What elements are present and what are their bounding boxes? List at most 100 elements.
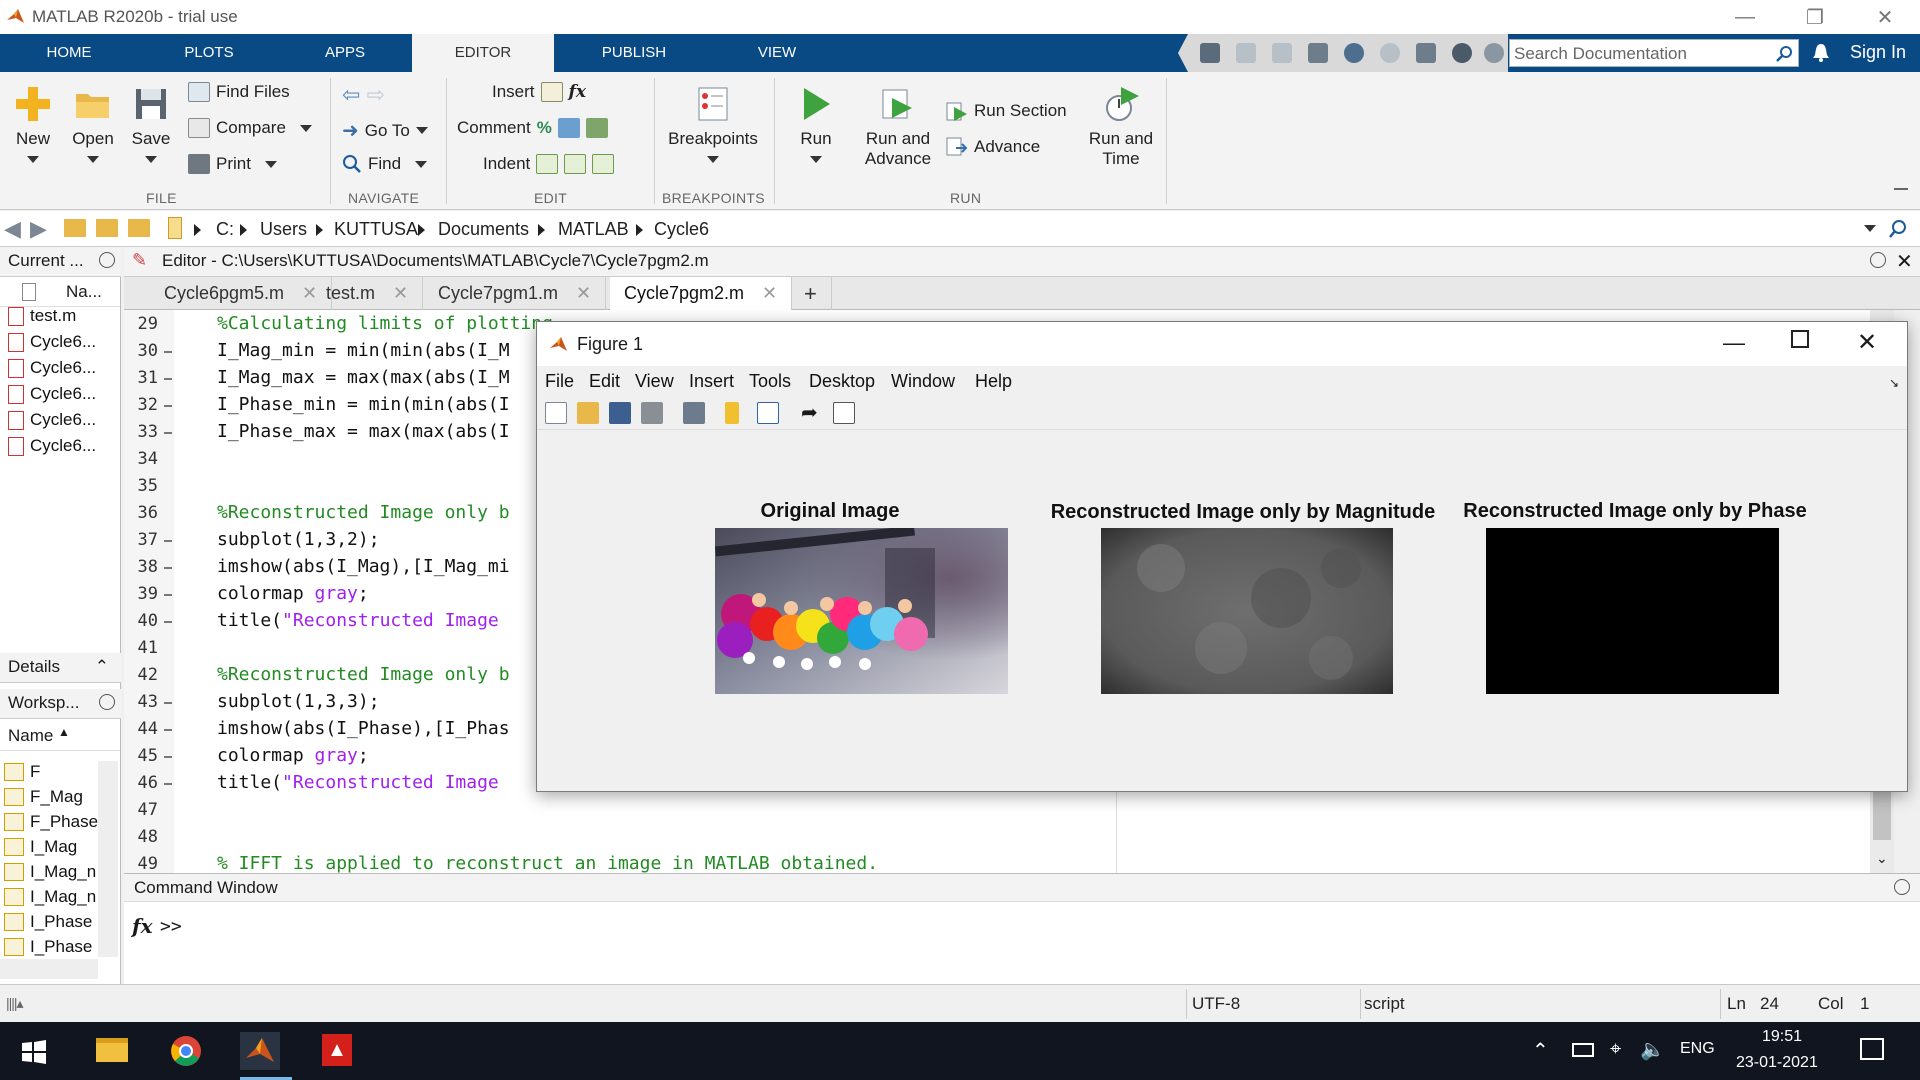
sign-in-link[interactable]: Sign In [1850,42,1906,63]
workspace-variable[interactable]: I_Mag [30,837,77,857]
file-item[interactable]: test.m [30,306,76,326]
workspace-scrollbar[interactable] [98,761,118,957]
menu-help[interactable]: Help [975,371,1012,392]
code-line[interactable]: colormap gray; [217,583,369,604]
new-figure-icon[interactable] [545,402,567,424]
menu-file[interactable]: File [545,371,574,392]
breakpoint-marker[interactable] [164,756,172,758]
tab-publish[interactable]: PUBLISH [584,34,684,72]
breakpoint-marker[interactable] [164,783,172,785]
code-line[interactable]: subplot(1,3,3); [217,691,380,712]
tab-editor[interactable]: EDITOR [412,34,554,72]
paste-icon[interactable] [1308,43,1328,63]
code-line[interactable]: % IFFT is applied to reconstruct an imag… [217,853,878,874]
smart-indent-icon[interactable] [536,154,559,174]
code-line[interactable]: imshow(abs(I_Phase),[I_Phas [217,718,510,739]
clock-date[interactable]: 23-01-2021 [1736,1054,1818,1072]
code-line[interactable]: subplot(1,3,2); [217,529,380,550]
code-line[interactable]: I_Phase_min = min(min(abs(I [217,394,510,415]
find-button[interactable]: Find [342,154,428,174]
folder-history-icon[interactable] [128,219,150,237]
fx-icon[interactable]: fx [569,82,586,102]
breadcrumb-kuttusa[interactable]: KUTTUSA [334,219,418,240]
address-dropdown-icon[interactable] [1864,225,1876,232]
breadcrumb-cycle6[interactable]: Cycle6 [654,219,709,240]
breadcrumb-c[interactable]: C: [216,219,234,240]
code-line[interactable]: %Calculating limits of plotting [217,313,553,334]
up-folder-icon[interactable] [64,219,86,237]
percent-icon[interactable]: % [537,118,552,138]
breakpoint-marker[interactable] [164,351,172,353]
file-item[interactable]: Cycle6... [30,384,96,404]
open-file-icon[interactable] [577,402,599,424]
code-line[interactable]: imshow(abs(I_Mag),[I_Mag_mi [217,556,510,577]
notification-bell-icon[interactable] [1812,43,1830,63]
menu-tools[interactable]: Tools [749,371,791,392]
insert-colorbar-icon[interactable] [725,402,739,424]
tab-cycle7pgm1[interactable]: Cycle7pgm1.m ✕ [424,277,607,310]
link-plot-icon[interactable] [683,402,705,424]
file-item[interactable]: Cycle6... [30,332,96,352]
increase-indent-icon[interactable] [564,154,587,174]
scrollbar-thumb[interactable] [1873,790,1891,840]
back-icon[interactable]: ◀ [4,216,21,242]
workspace-variable[interactable]: F_Phase [30,812,98,832]
matlab-taskbar-icon[interactable] [240,1032,280,1070]
compare-button[interactable]: Compare [188,118,312,138]
tab-cycle6pgm5[interactable]: Cycle6pgm5.m ✕ [150,277,333,310]
close-tab-icon[interactable]: ✕ [762,283,777,303]
code-line[interactable]: colormap gray; [217,745,369,766]
back-arrow-icon[interactable]: ⇦ [342,82,360,108]
close-tab-icon[interactable]: ✕ [393,283,408,303]
details-header[interactable]: Details ⌃ [0,653,121,683]
workspace-variable[interactable]: I_Mag_n [30,887,96,907]
command-window-actions-icon[interactable] [1894,879,1910,895]
code-line[interactable]: title("Reconstructed Image [217,772,499,793]
chevron-up-icon[interactable]: ⌃ [95,657,109,677]
new-tab-button[interactable]: + [790,277,832,310]
clock-time[interactable]: 19:51 [1762,1028,1802,1046]
tab-plots[interactable]: PLOTS [160,34,258,72]
workspace-variable[interactable]: I_Phase [30,937,92,957]
menu-desktop[interactable]: Desktop [809,371,875,392]
code-line[interactable]: %Reconstructed Image only b [217,502,510,523]
chevron-down-icon[interactable]: ⌄ [1876,850,1888,867]
search-icon[interactable] [1776,45,1794,63]
forward-icon[interactable]: ▶ [30,216,47,242]
minimize-button[interactable]: — [1710,0,1780,34]
language-indicator[interactable]: ENG [1680,1040,1715,1058]
workspace-variable[interactable]: I_Phase [30,912,92,932]
run-button[interactable]: Run [790,84,842,169]
name-column-header[interactable]: Name [8,726,53,746]
cut-icon[interactable] [1236,43,1256,63]
file-explorer-icon[interactable] [92,1032,132,1070]
breakpoints-button[interactable]: Breakpoints [664,84,762,169]
menu-edit[interactable]: Edit [589,371,620,392]
open-button[interactable]: Open [68,84,118,169]
command-window[interactable]: Command Window fx >> [124,873,1920,984]
insert-legend-icon[interactable] [757,402,779,424]
breadcrumb-documents[interactable]: Documents [438,219,529,240]
help-icon[interactable] [1452,43,1472,63]
tab-home[interactable]: HOME [20,34,118,72]
windows-start-icon[interactable] [22,1040,46,1064]
new-button[interactable]: New [8,84,58,169]
run-and-advance-button[interactable]: Run and Advance [858,84,938,169]
property-inspector-icon[interactable] [833,402,855,424]
figure-minimize-button[interactable]: — [1723,330,1745,356]
file-item[interactable]: Cycle6... [30,436,96,456]
name-column-header[interactable]: Na... [66,282,102,302]
code-line[interactable]: I_Mag_max = max(max(abs(I_M [217,367,510,388]
insert-button[interactable]: Insert fx [492,82,586,102]
panel-actions-icon[interactable] [99,252,115,268]
copy-icon[interactable] [1272,43,1292,63]
wifi-icon[interactable]: ⌖ [1610,1038,1621,1061]
tab-test[interactable]: test.m ✕ [312,277,424,310]
print-figure-icon[interactable] [641,402,663,424]
notifications-icon[interactable] [1860,1038,1884,1060]
code-line[interactable]: I_Mag_min = min(min(abs(I_M [217,340,510,361]
breakpoint-marker[interactable] [164,729,172,731]
redo-icon[interactable] [1380,43,1400,63]
insert-section-icon[interactable] [540,82,563,102]
go-to-button[interactable]: ➜ Go To [342,118,428,143]
